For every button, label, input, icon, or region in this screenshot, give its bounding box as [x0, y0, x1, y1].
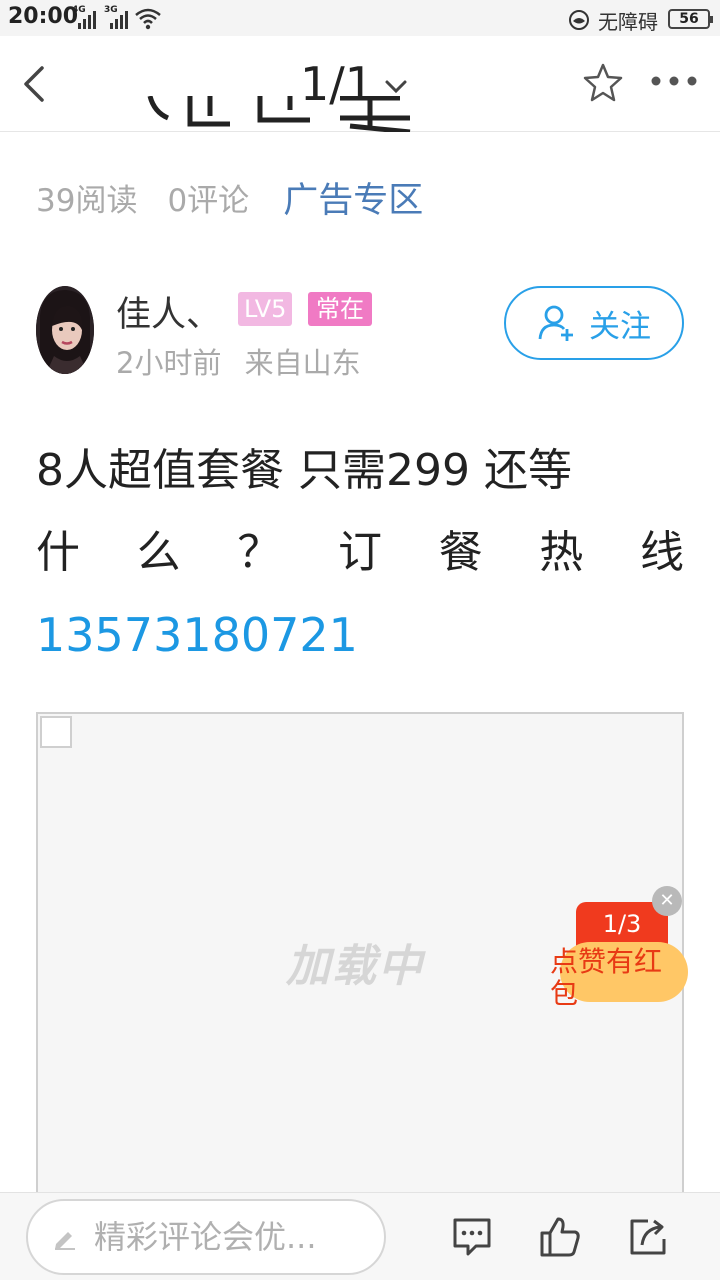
broken-image-icon: [40, 716, 72, 748]
status-badge: 常在: [308, 292, 372, 326]
comment-box[interactable]: [26, 1199, 386, 1275]
red-packet-text: 点赞有红包: [550, 945, 663, 1010]
post-char: 订: [337, 527, 382, 578]
level-badge: LV5: [238, 292, 293, 326]
like-thumb-icon[interactable]: [538, 1215, 582, 1259]
comment-count: 0评论: [167, 183, 250, 219]
wifi-icon: [135, 8, 161, 30]
phone-link[interactable]: 13573180721: [36, 594, 684, 676]
back-icon[interactable]: [18, 64, 54, 104]
article-meta: 39阅读 0评论 广告专区: [36, 172, 423, 223]
comment-icon[interactable]: [450, 1215, 494, 1259]
post-char: 餐: [438, 527, 483, 578]
add-user-icon: [538, 305, 573, 341]
read-count: 39阅读: [36, 183, 138, 219]
loading-text: 加载中: [286, 941, 424, 992]
accessibility-label: 无障碍: [598, 10, 658, 34]
post-time: 2小时前: [116, 346, 222, 380]
follow-label: 关注: [589, 308, 651, 345]
chevron-down-icon: [385, 80, 407, 94]
status-time: 20:00: [8, 4, 79, 29]
scrolled-title-remnant: [147, 96, 411, 132]
post-body: 8人超值套餐 只需299 还等 什 么 ？ 订 餐 热 线 1357318072…: [36, 430, 684, 676]
comment-input[interactable]: [94, 1218, 354, 1256]
post-text-line: 什 么 ？ 订 餐 热 线: [36, 512, 684, 594]
follow-button[interactable]: 关注: [504, 286, 684, 360]
bottom-bar: [0, 1192, 720, 1280]
post-char: 热: [539, 527, 584, 578]
pencil-icon: [55, 1232, 75, 1250]
more-icon[interactable]: [650, 74, 698, 88]
battery-icon: 56: [668, 9, 713, 29]
post-char: 线: [639, 527, 684, 578]
accessibility-icon: [569, 10, 589, 30]
signal-4g-icon: 4G: [72, 5, 102, 29]
avatar-image: [36, 286, 94, 374]
avatar[interactable]: [36, 286, 94, 374]
post-location: 来自山东: [244, 346, 361, 380]
status-bar: 20:00 4G 3G 无障碍 56: [0, 0, 720, 36]
post-char: 么: [136, 527, 181, 578]
ad-zone-link[interactable]: 广告专区: [283, 172, 423, 223]
author-subtitle: 2小时前 来自山东: [116, 340, 361, 382]
close-icon[interactable]: ✕: [652, 886, 682, 916]
red-packet-float[interactable]: 1/3 点赞有红包 ✕: [548, 886, 688, 1016]
post-char: 什: [36, 527, 80, 578]
author-name[interactable]: 佳人、: [116, 286, 221, 337]
share-icon[interactable]: [626, 1215, 670, 1259]
author-row: 佳人、 LV5 常在 2小时前 来自山东 关注: [36, 286, 686, 380]
favorite-star-icon[interactable]: [582, 62, 624, 104]
post-char: ？: [237, 527, 282, 578]
signal-3g-icon: 3G: [104, 5, 134, 29]
post-text-line: 8人超值套餐 只需299 还等: [36, 445, 572, 496]
